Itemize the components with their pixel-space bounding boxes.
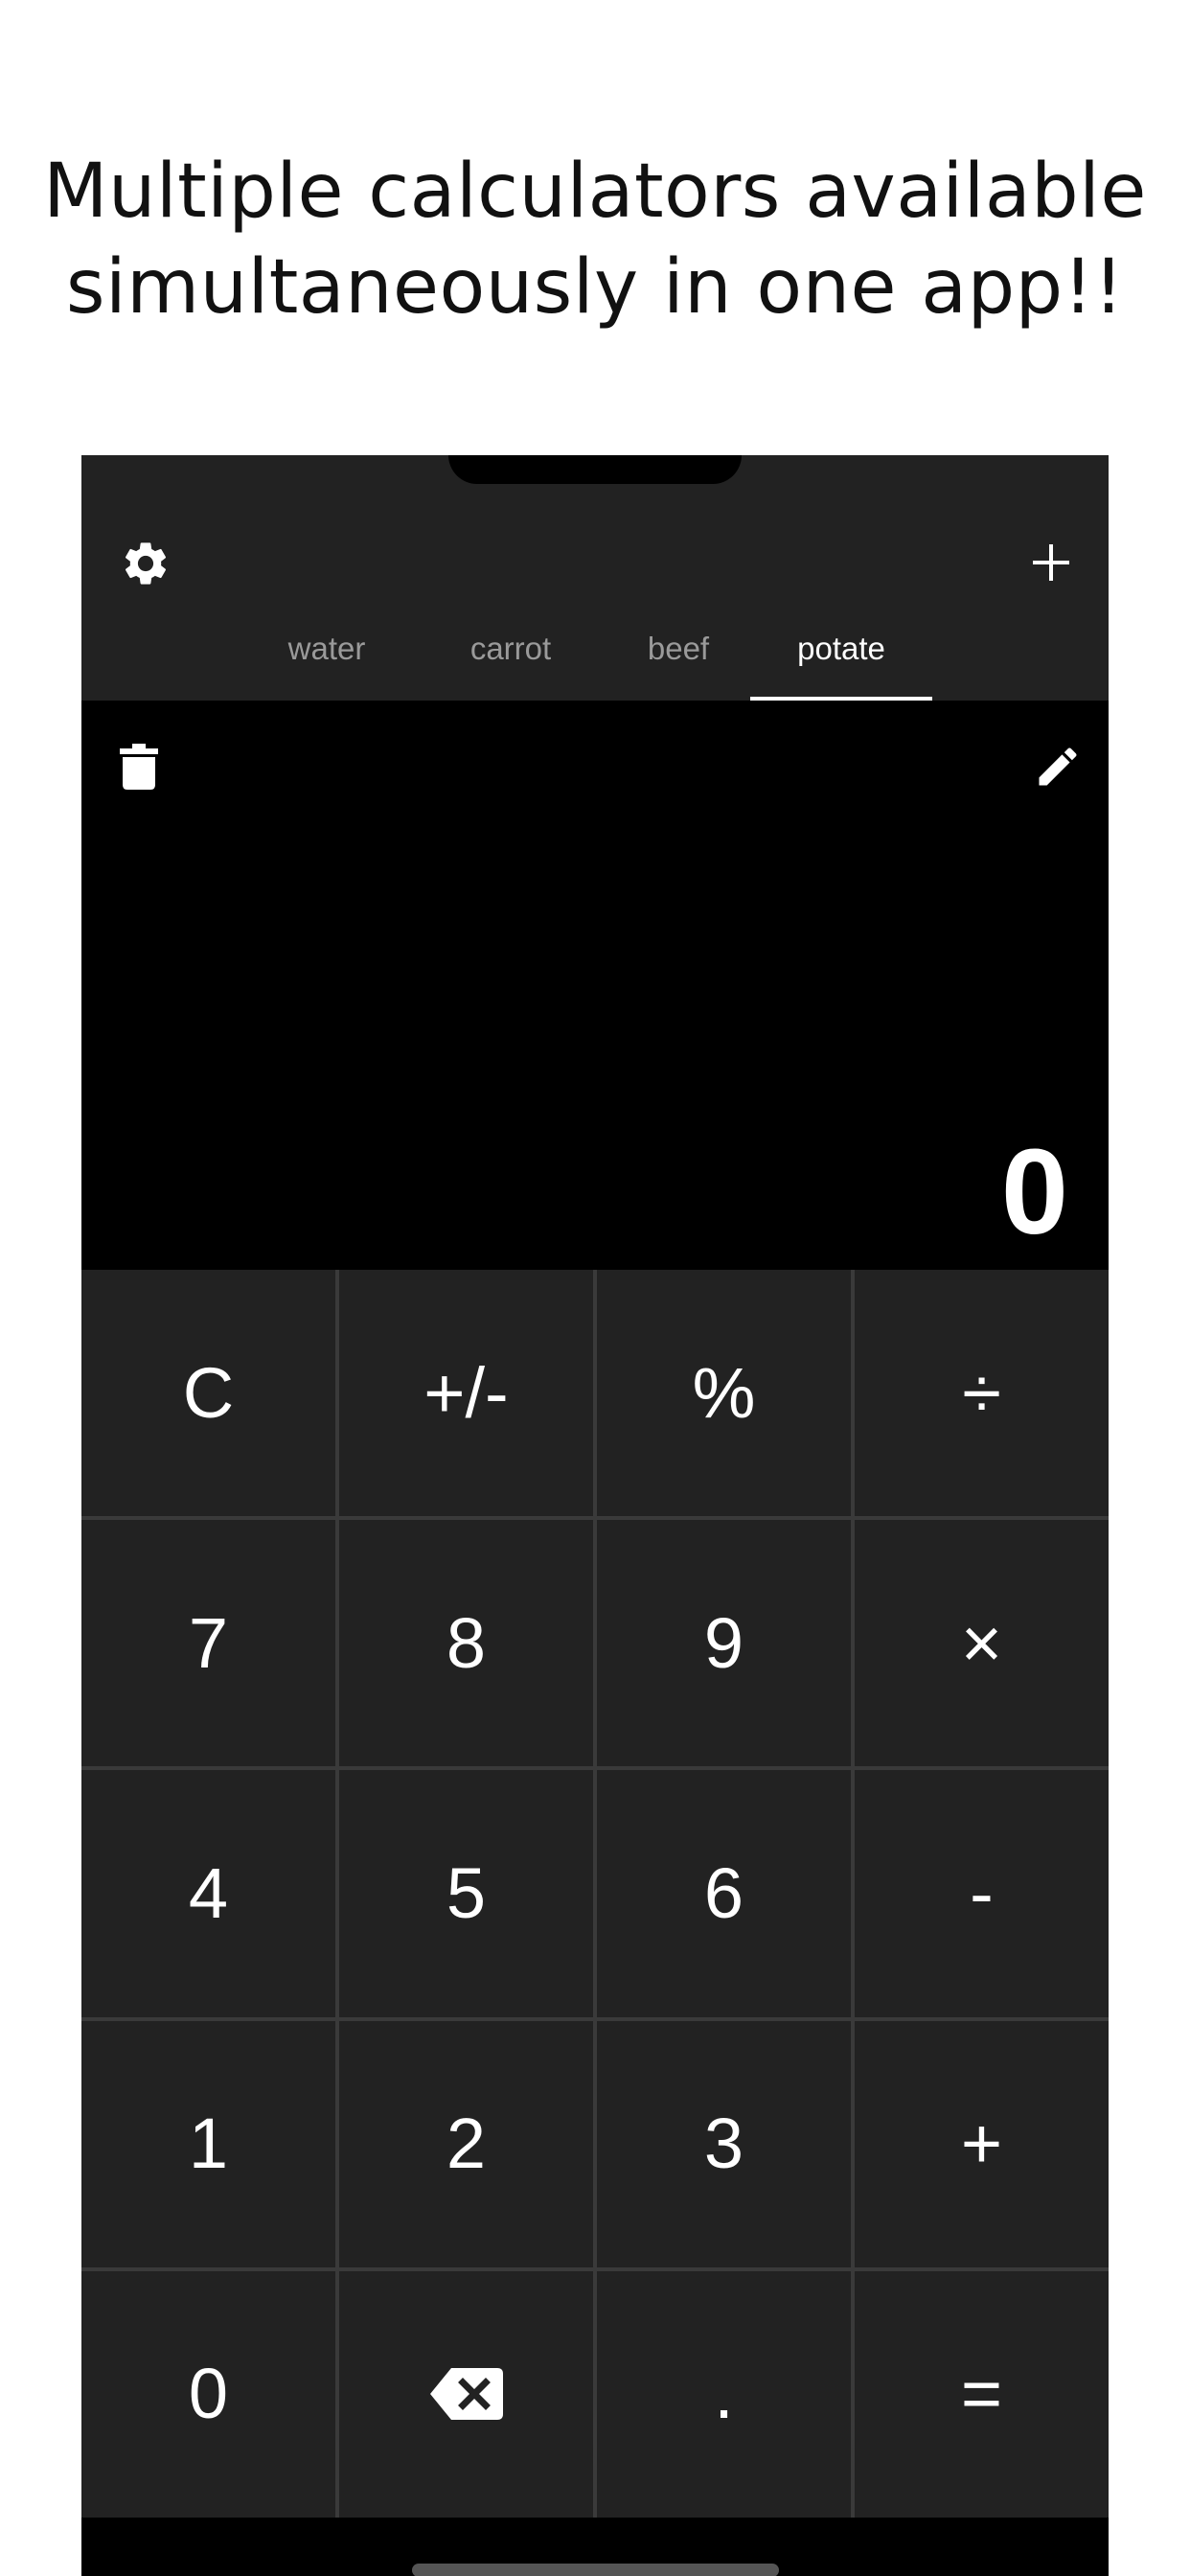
backspace-icon	[429, 2368, 503, 2421]
digit-1-label: 1	[188, 2104, 229, 2184]
digit-9-label: 9	[703, 1602, 744, 1683]
digit-5-label: 5	[446, 1852, 487, 1933]
digit-5-button[interactable]: 5	[339, 1770, 593, 2017]
clear-label: C	[182, 1352, 235, 1433]
digit-6-label: 6	[703, 1852, 744, 1933]
decimal-button[interactable]: .	[597, 2270, 851, 2518]
digit-8-label: 8	[446, 1602, 487, 1683]
digit-2-label: 2	[446, 2104, 487, 2184]
divide-button[interactable]: ÷	[855, 1270, 1109, 1517]
tab-potate[interactable]: potate	[750, 597, 932, 701]
settings-button[interactable]	[112, 530, 179, 597]
delete-calculator-button[interactable]	[110, 733, 168, 800]
decimal-label: .	[714, 2354, 734, 2434]
digit-3-button[interactable]: 3	[597, 2020, 851, 2267]
digit-4-button[interactable]: 4	[81, 1770, 335, 2017]
digit-0-button[interactable]: 0	[81, 2270, 335, 2518]
promo-headline-line2: simultaneously in one app!!	[65, 244, 1125, 331]
digit-7-label: 7	[188, 1602, 229, 1683]
add-calculator-button[interactable]	[1020, 532, 1082, 593]
clear-button[interactable]: C	[81, 1270, 335, 1517]
sign-toggle-button[interactable]: +/-	[339, 1270, 593, 1517]
add-button[interactable]: +	[855, 2020, 1109, 2267]
digit-7-button[interactable]: 7	[81, 1520, 335, 1767]
equals-label: =	[960, 2354, 1003, 2434]
digit-0-label: 0	[188, 2354, 229, 2434]
equals-button[interactable]: =	[855, 2270, 1109, 2518]
digit-6-button[interactable]: 6	[597, 1770, 851, 2017]
multiply-label: ×	[960, 1602, 1003, 1683]
home-indicator[interactable]	[412, 2564, 779, 2576]
digit-1-button[interactable]: 1	[81, 2020, 335, 2267]
add-label: +	[960, 2104, 1003, 2184]
app-bar: water carrot beef potate	[81, 455, 1109, 701]
trash-icon	[120, 744, 158, 790]
digit-2-button[interactable]: 2	[339, 2020, 593, 2267]
digit-4-label: 4	[188, 1852, 229, 1933]
subtract-button[interactable]: -	[855, 1770, 1109, 2017]
promo-headline-line1: Multiple calculators available	[43, 149, 1147, 235]
calculator-display: 0	[81, 701, 1109, 1270]
promo-headline: Multiple calculators available simultane…	[0, 144, 1190, 335]
rename-calculator-button[interactable]	[1024, 733, 1091, 800]
percent-button[interactable]: %	[597, 1270, 851, 1517]
divide-label: ÷	[962, 1352, 1001, 1433]
tab-beef[interactable]: beef	[626, 597, 731, 701]
device-notch	[448, 455, 742, 484]
gear-icon	[125, 542, 167, 585]
digit-9-button[interactable]: 9	[597, 1520, 851, 1767]
backspace-button[interactable]	[339, 2270, 593, 2518]
plus-icon	[1033, 544, 1069, 581]
subtract-label: -	[970, 1852, 994, 1933]
pencil-icon	[1039, 748, 1077, 786]
multiply-button[interactable]: ×	[855, 1520, 1109, 1767]
digit-8-button[interactable]: 8	[339, 1520, 593, 1767]
phone-screen: water carrot beef potate 0 C +/- % ÷ 7 8	[81, 455, 1109, 2576]
digit-3-label: 3	[703, 2104, 744, 2184]
tab-carrot[interactable]: carrot	[453, 597, 568, 701]
sign-toggle-label: +/-	[423, 1352, 509, 1433]
tab-water[interactable]: water	[273, 597, 380, 701]
keypad: C +/- % ÷ 7 8 9 × 4 5 6 - 1 2 3 + 0 . =	[81, 1270, 1109, 2518]
display-value: 0	[1000, 1124, 1068, 1259]
calculator-tabs: water carrot beef potate	[81, 597, 1109, 701]
percent-label: %	[692, 1352, 756, 1433]
